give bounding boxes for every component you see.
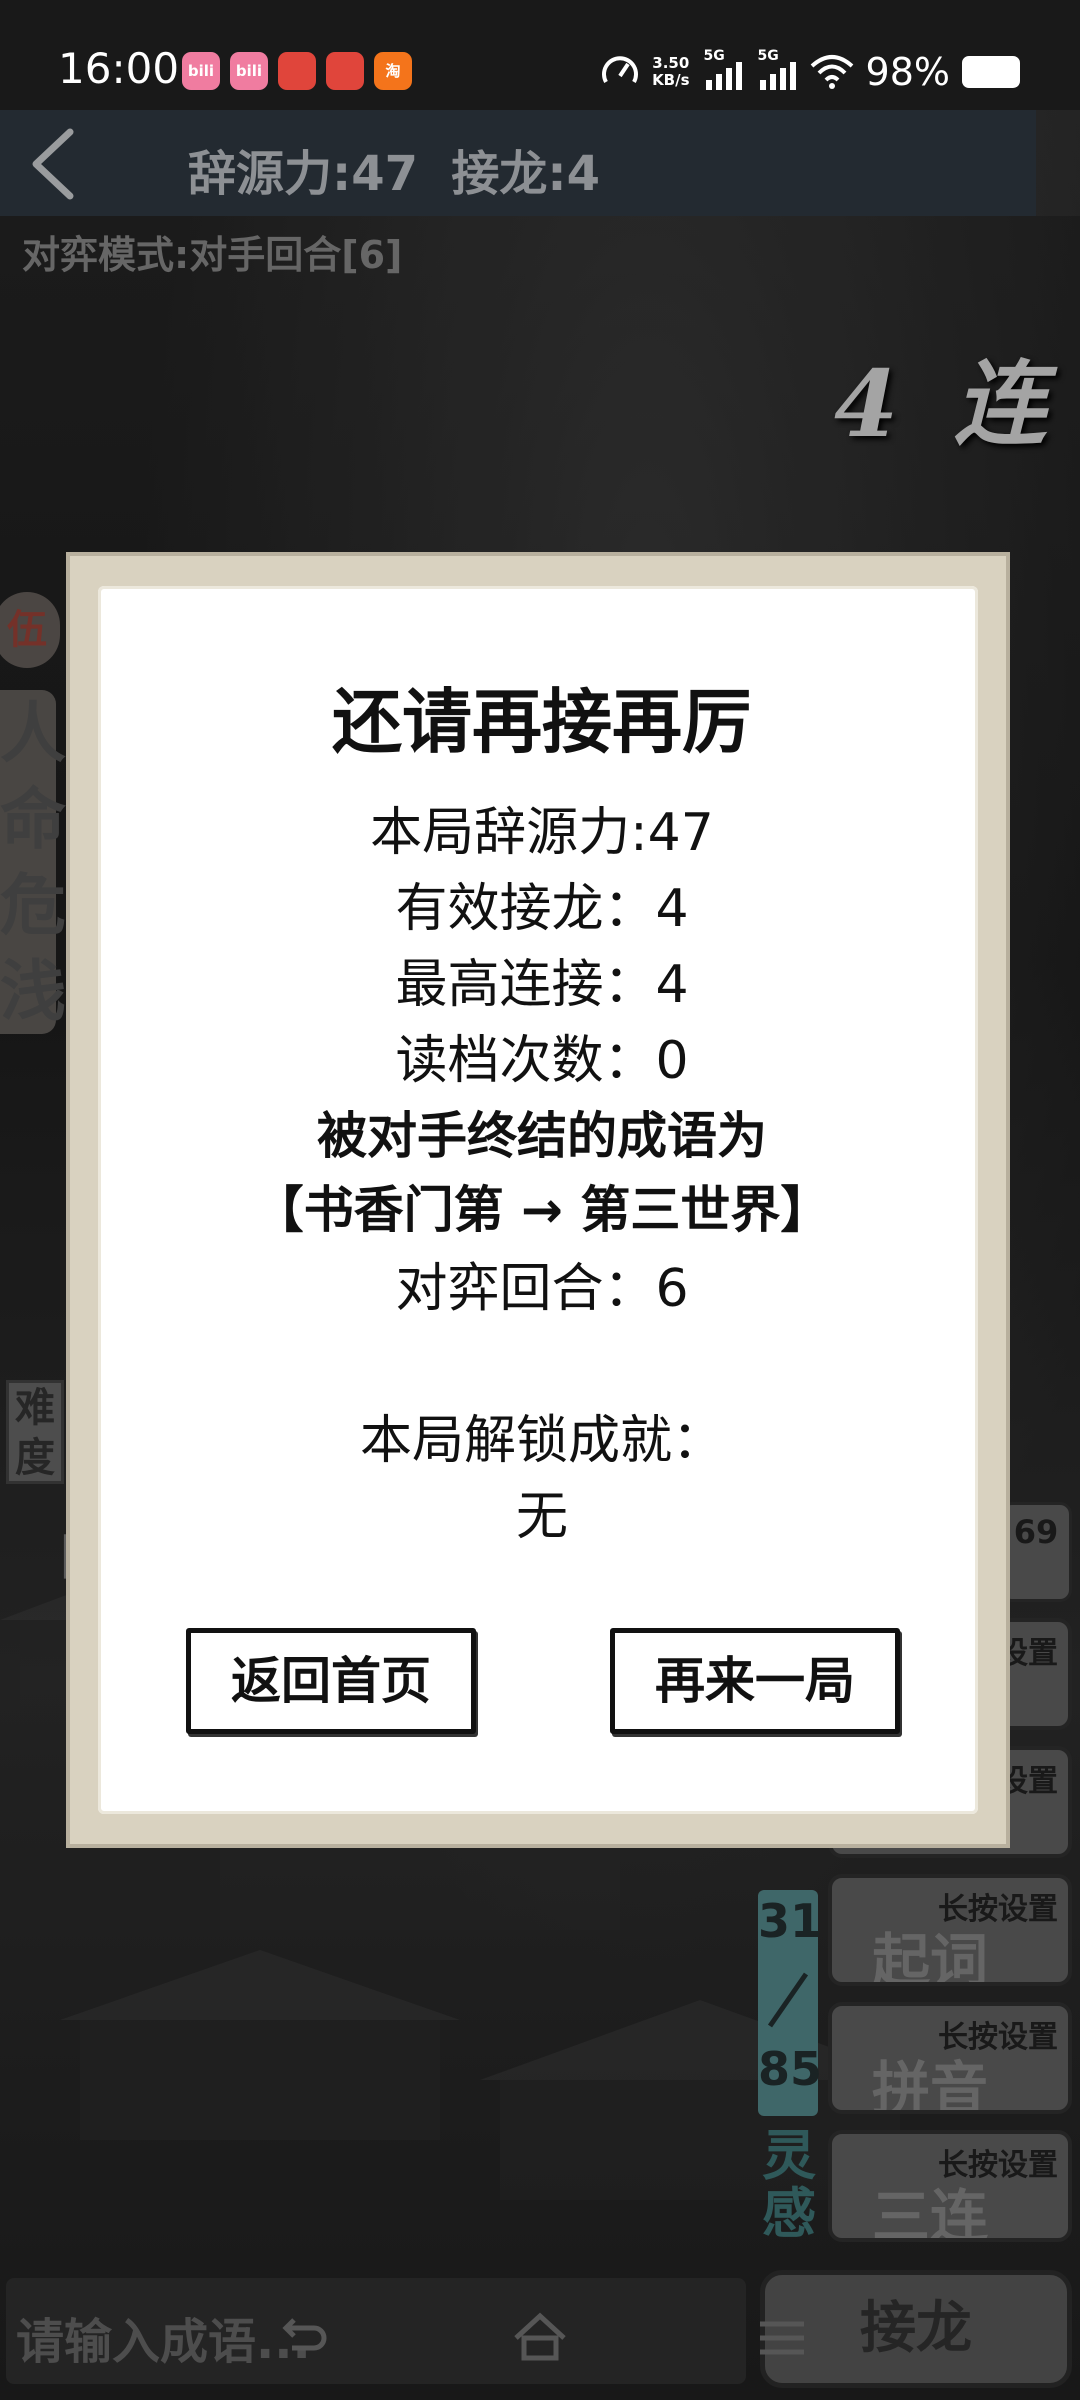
header-title: 辞源力:47 接龙:4 xyxy=(188,146,601,202)
notification-icons: bili bili 淘 xyxy=(182,52,412,90)
game-header: 辞源力:47 接龙:4 xyxy=(0,110,1036,216)
shop-icon xyxy=(278,52,316,90)
achievements-label: 本局解锁成就： xyxy=(359,1411,724,1471)
return-home-button[interactable]: 返回首页 xyxy=(186,1628,476,1734)
score-line: 本局辞源力:47 xyxy=(370,803,714,863)
load-count-line: 读档次数：0 xyxy=(395,1031,689,1091)
wifi-icon xyxy=(810,55,853,89)
achievements-value: 无 xyxy=(515,1487,568,1547)
back-arrow-icon xyxy=(32,128,74,200)
result-dialog: 还请再接再厉 本局辞源力:47 有效接龙：4 最高连接：4 读档次数：0 被对手… xyxy=(66,552,1010,1848)
rounds-line: 对弈回合：6 xyxy=(395,1259,689,1319)
max-combo-line: 最高连接：4 xyxy=(395,955,689,1015)
ended-by-label: 被对手终结的成语为 xyxy=(317,1107,767,1165)
taobao-icon: 淘 xyxy=(374,52,412,90)
bilibili-icon: bili xyxy=(230,52,268,90)
ended-by-idioms: 【书香门第 → 第三世界】 xyxy=(253,1181,831,1239)
dialog-title: 还请再接再厉 xyxy=(332,681,752,763)
status-bar: 16:00 bili bili 淘 3.50 KB/s 5G 5G 98% xyxy=(0,0,1080,110)
valid-chain-line: 有效接龙：4 xyxy=(395,879,689,939)
bilibili-icon: bili xyxy=(182,52,220,90)
signal-icon: 5G xyxy=(702,48,744,92)
system-indicators: 3.50 KB/s 5G 5G 98% xyxy=(600,48,1020,94)
network-speed: 3.50 KB/s xyxy=(652,54,690,89)
back-button[interactable] xyxy=(20,118,90,208)
battery-icon xyxy=(962,56,1020,88)
clock: 16:00 xyxy=(58,44,180,93)
signal-icon: 5G xyxy=(756,48,798,92)
speed-gauge-icon xyxy=(602,56,638,83)
play-again-button[interactable]: 再来一局 xyxy=(610,1628,900,1734)
mascot-icon xyxy=(326,52,364,90)
battery-percent: 98% xyxy=(865,50,950,94)
